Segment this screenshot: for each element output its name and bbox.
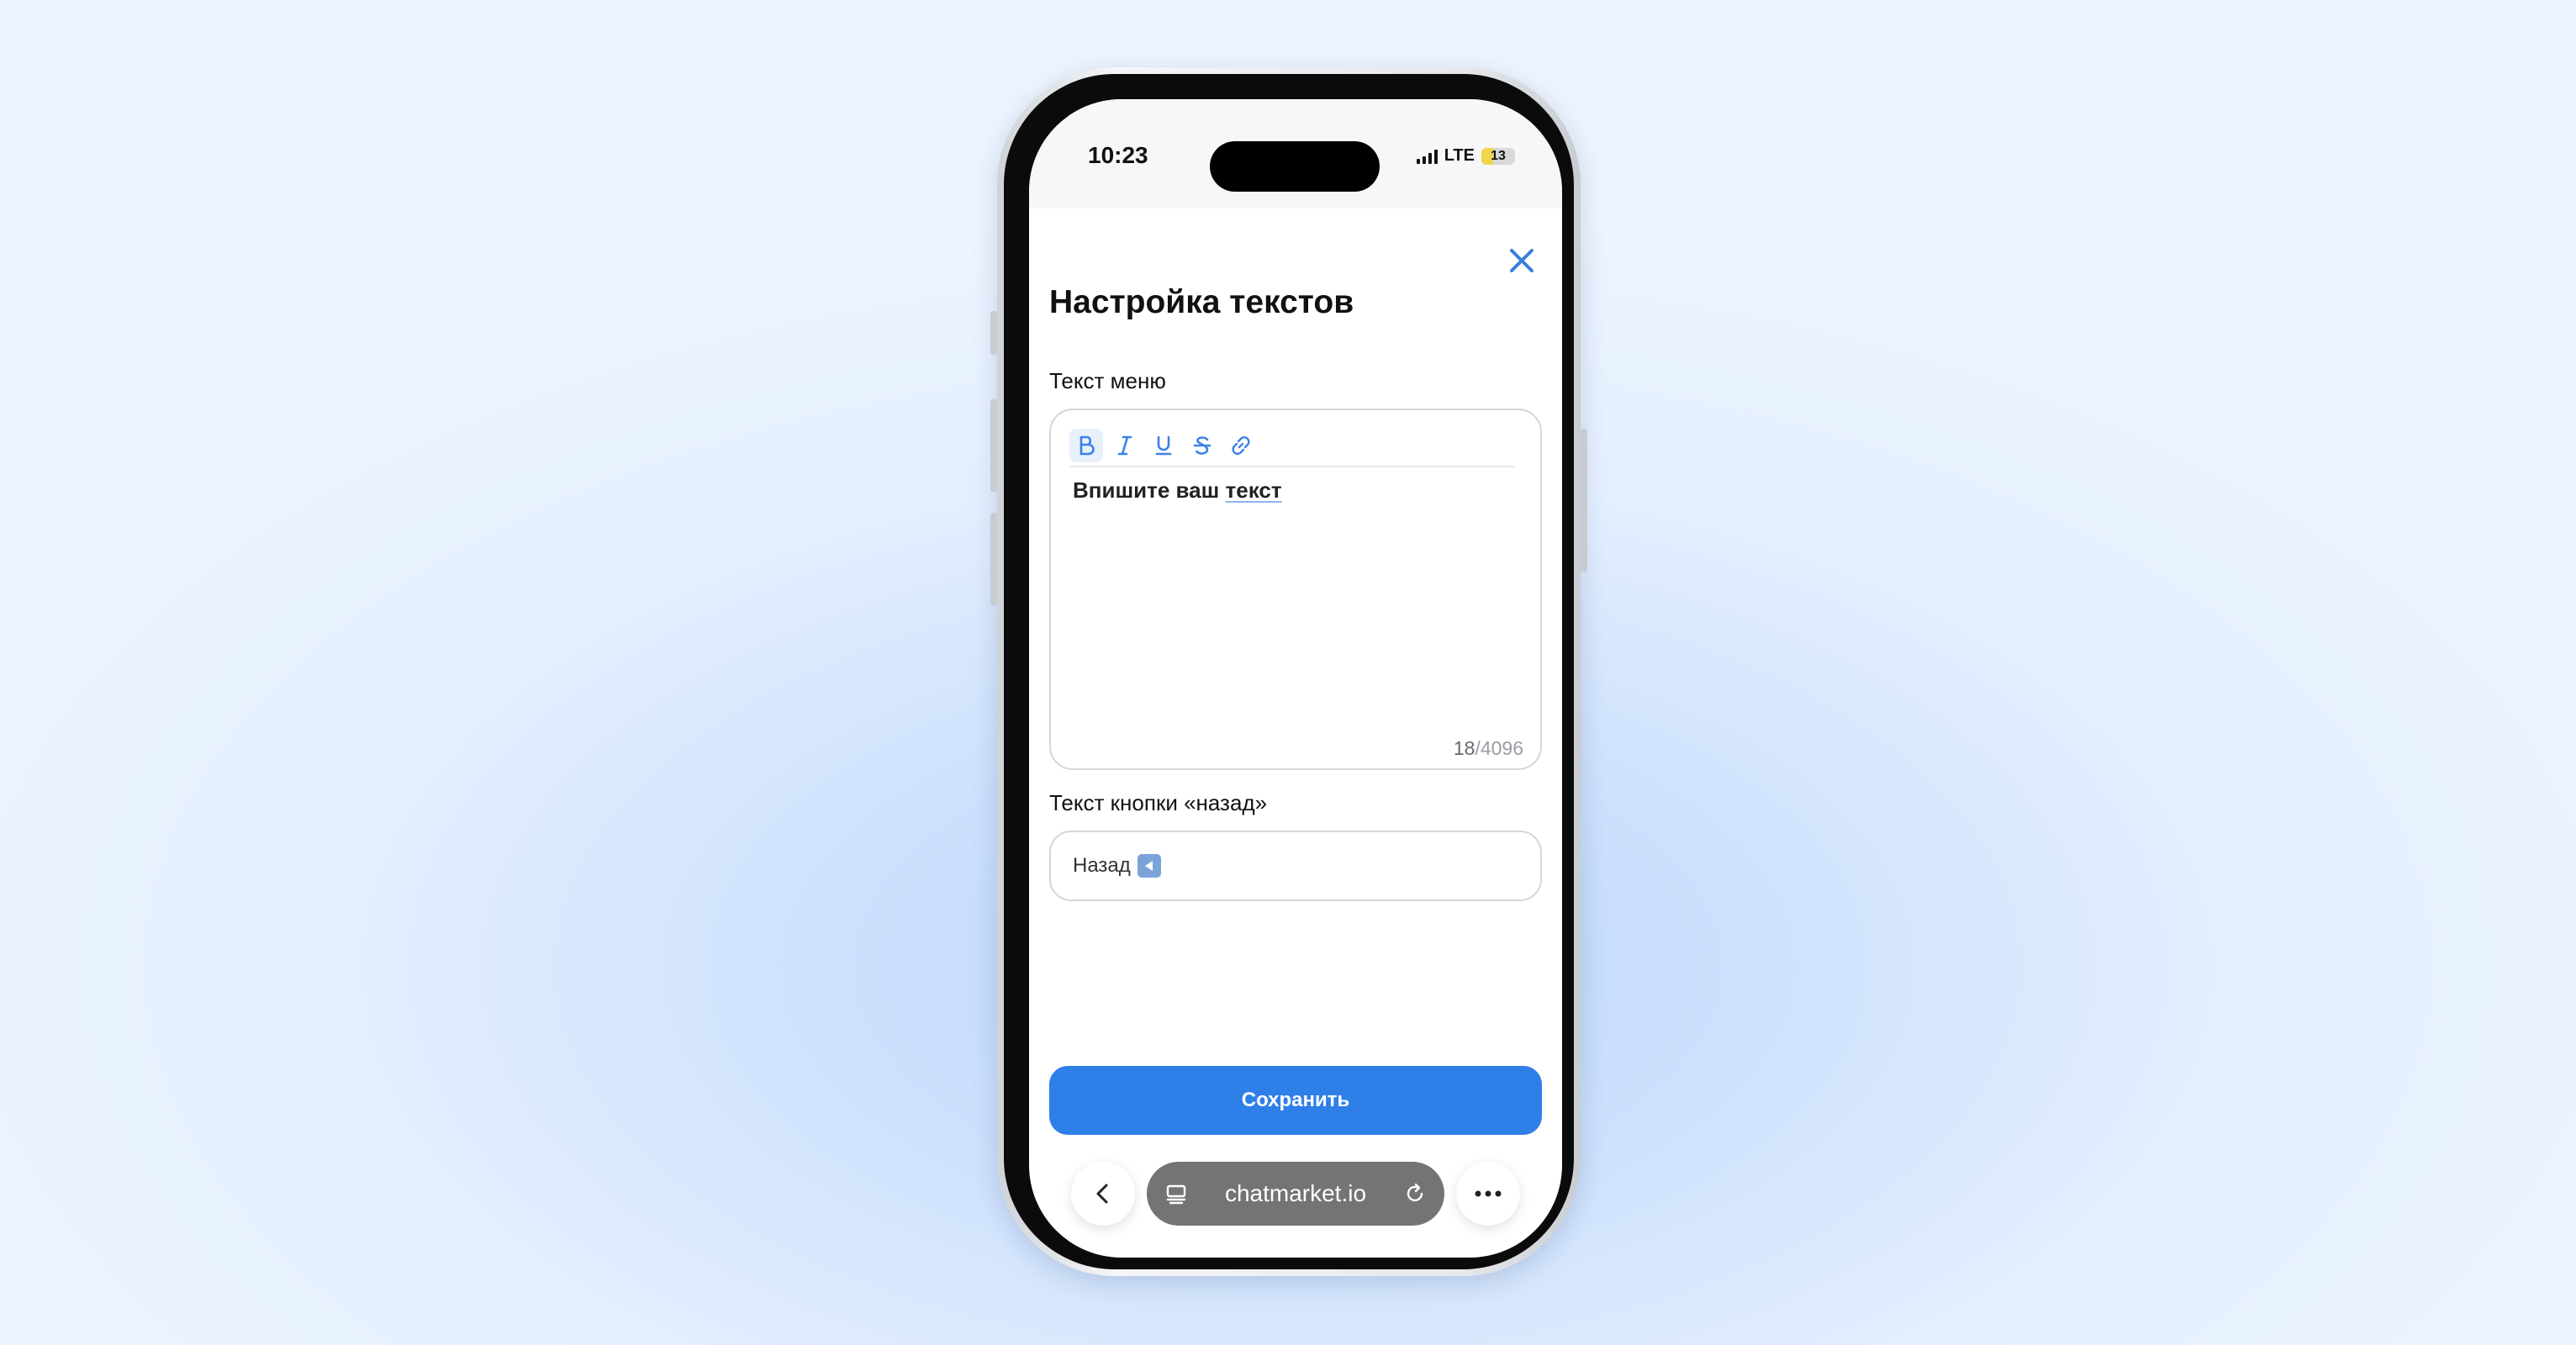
phone-screen: 10:23 LTE 13 Настройка текстов Текст мен…: [1029, 99, 1562, 1258]
char-count: 18: [1453, 737, 1475, 759]
power-button: [1581, 429, 1587, 572]
link-icon: [1232, 436, 1250, 455]
status-bar: 10:23 LTE 13: [1029, 99, 1562, 208]
menu-text-label: Текст меню: [1049, 368, 1166, 393]
tabs-icon: [1166, 1184, 1186, 1205]
url-text: chatmarket.io: [1224, 1180, 1367, 1206]
menu-text-editor[interactable]: Впишите ваш текст 18/4096: [1049, 409, 1542, 770]
signal-icon: [1416, 149, 1438, 164]
underline-icon: [1155, 435, 1172, 456]
back-arrow-emoji-icon: [1137, 854, 1161, 878]
bold-button[interactable]: [1069, 429, 1103, 462]
battery-level: 13: [1491, 148, 1506, 163]
char-counter: 18/4096: [1454, 737, 1523, 760]
italic-button[interactable]: [1108, 429, 1142, 462]
battery-icon: 13: [1481, 147, 1515, 165]
phone-frame: 10:23 LTE 13 Настройка текстов Текст мен…: [990, 67, 1587, 1276]
menu-text-value[interactable]: Впишите ваш текст: [1073, 477, 1282, 504]
browser-back-button[interactable]: [1071, 1162, 1135, 1226]
bold-icon: [1079, 435, 1095, 456]
char-limit: /4096: [1475, 737, 1523, 759]
back-button-text-label: Текст кнопки «назад»: [1049, 790, 1268, 815]
chevron-left-icon: [1096, 1184, 1108, 1204]
menu-text-prefix: Впишите ваш: [1073, 477, 1226, 503]
strikethrough-button[interactable]: [1185, 429, 1219, 462]
dynamic-island: [1210, 141, 1380, 192]
action-button: [990, 311, 997, 355]
close-icon: [1510, 249, 1533, 272]
reload-icon[interactable]: [1402, 1181, 1428, 1206]
volume-down-button: [990, 513, 997, 605]
browser-more-button[interactable]: [1456, 1162, 1520, 1226]
link-button[interactable]: [1224, 429, 1258, 462]
save-button[interactable]: Сохранить: [1049, 1066, 1542, 1135]
close-button[interactable]: [1505, 244, 1539, 277]
italic-icon: [1117, 435, 1132, 456]
menu-text-spellchecked-word: текст: [1225, 477, 1282, 503]
editor-toolbar: [1069, 425, 1515, 467]
network-label: LTE: [1444, 146, 1475, 165]
volume-up-button: [990, 399, 997, 492]
status-time: 10:23: [1088, 142, 1148, 168]
more-dots-icon: [1475, 1190, 1502, 1197]
phone-bezel: 10:23 LTE 13 Настройка текстов Текст мен…: [1004, 74, 1574, 1269]
browser-bottom-bar: chatmarket.io: [1029, 1150, 1562, 1251]
back-button-text-input[interactable]: Назад: [1049, 831, 1542, 901]
status-indicators: LTE 13: [1416, 146, 1515, 166]
address-bar[interactable]: chatmarket.io: [1147, 1162, 1444, 1226]
page-title: Настройка текстов: [1049, 284, 1354, 320]
underline-button[interactable]: [1147, 429, 1180, 462]
strikethrough-icon: [1193, 436, 1211, 455]
back-button-text-value: Назад: [1073, 854, 1131, 877]
